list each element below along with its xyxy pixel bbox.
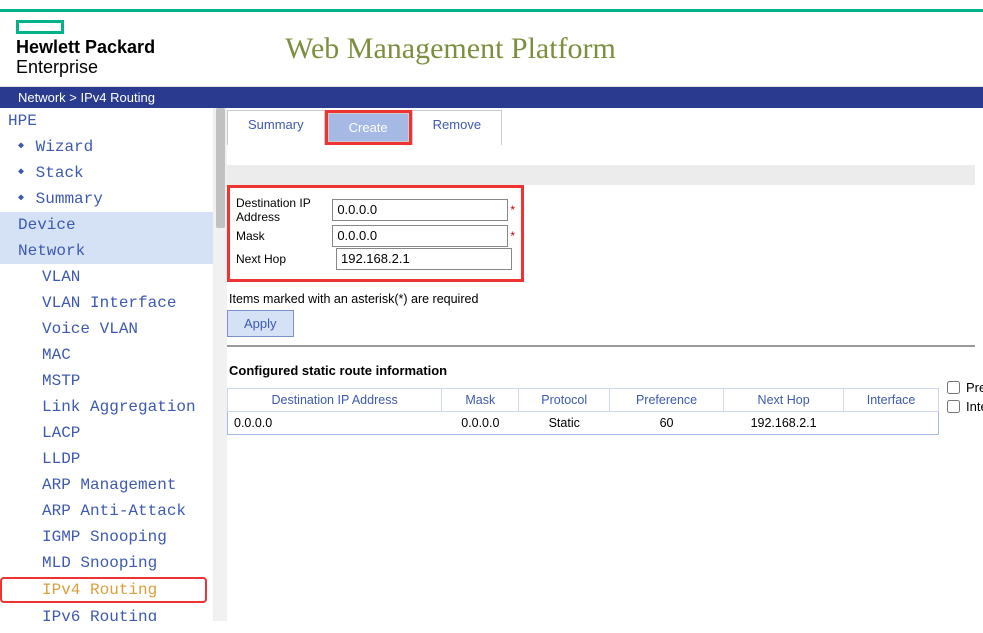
preference-label: Preference bbox=[966, 380, 983, 395]
cell-mask: 0.0.0.0 bbox=[442, 411, 519, 434]
apply-button[interactable]: Apply bbox=[227, 310, 294, 337]
cell-protocol: Static bbox=[519, 411, 610, 434]
nav-wizard[interactable]: ◆ Wizard bbox=[0, 134, 213, 160]
nav-arp-anti-attack[interactable]: ARP Anti-Attack bbox=[0, 498, 213, 524]
nav-vlan[interactable]: VLAN bbox=[0, 264, 213, 290]
nav-igmp-snooping[interactable]: IGMP Snooping bbox=[0, 524, 213, 550]
nav-vlan-interface[interactable]: VLAN Interface bbox=[0, 290, 213, 316]
table-row[interactable]: 0.0.0.0 0.0.0.0 Static 60 192.168.2.1 bbox=[228, 411, 939, 434]
table-header-row: Destination IP Address Mask Protocol Pre… bbox=[228, 388, 939, 411]
sidebar: HPE ◆ Wizard ◆ Stack ◆ Summary Device Ne… bbox=[0, 108, 214, 621]
cell-pref: 60 bbox=[610, 411, 724, 434]
brand-accent-box bbox=[16, 20, 64, 34]
required-asterisk: * bbox=[510, 229, 515, 243]
nav-ipv6-routing[interactable]: IPv6 Routing bbox=[0, 604, 213, 621]
nav-mld-snooping[interactable]: MLD Snooping bbox=[0, 550, 213, 576]
tab-create-highlight: Create bbox=[325, 110, 412, 145]
nav-mstp[interactable]: MSTP bbox=[0, 368, 213, 394]
col-dest[interactable]: Destination IP Address bbox=[228, 388, 442, 411]
brand-line2: Enterprise bbox=[16, 58, 155, 78]
sidebar-scrollbar[interactable] bbox=[214, 108, 227, 621]
bullet-icon: ◆ bbox=[18, 193, 24, 204]
preference-checkbox[interactable] bbox=[947, 381, 960, 394]
col-interface[interactable]: Interface bbox=[844, 388, 939, 411]
top-accent-bar bbox=[0, 0, 983, 12]
nav-stack[interactable]: ◆ Stack bbox=[0, 160, 213, 186]
toolbar-strip bbox=[227, 165, 975, 185]
required-asterisk: * bbox=[510, 203, 515, 217]
nav-voice-vlan[interactable]: Voice VLAN bbox=[0, 316, 213, 342]
page-title: Web Management Platform bbox=[285, 32, 616, 66]
nav-lldp[interactable]: LLDP bbox=[0, 446, 213, 472]
nav-summary-label: Summary bbox=[36, 190, 103, 208]
nav-link-aggregation[interactable]: Link Aggregation bbox=[0, 394, 213, 420]
routes-table: Destination IP Address Mask Protocol Pre… bbox=[227, 388, 939, 435]
col-nexthop[interactable]: Next Hop bbox=[724, 388, 844, 411]
nav-summary[interactable]: ◆ Summary bbox=[0, 186, 213, 212]
divider bbox=[227, 343, 975, 347]
nav-device[interactable]: Device bbox=[0, 212, 213, 238]
scrollbar-thumb[interactable] bbox=[216, 108, 225, 228]
mask-input[interactable] bbox=[332, 225, 508, 247]
nav-ipv4-routing[interactable]: IPv4 Routing bbox=[0, 577, 207, 603]
nav-hpe[interactable]: HPE bbox=[0, 108, 213, 134]
route-form: Destination IP Address * Mask * Next Hop bbox=[227, 185, 524, 282]
col-protocol[interactable]: Protocol bbox=[519, 388, 610, 411]
nexthop-input[interactable] bbox=[336, 248, 512, 270]
interface-label: Interface bbox=[966, 399, 983, 414]
required-note: Items marked with an asterisk(*) are req… bbox=[229, 292, 975, 306]
table-title: Configured static route information bbox=[229, 363, 975, 378]
interface-checkbox[interactable] bbox=[947, 400, 960, 413]
breadcrumb: Network > IPv4 Routing bbox=[0, 87, 983, 108]
nav-network[interactable]: Network bbox=[0, 238, 213, 264]
cell-iface bbox=[844, 411, 939, 434]
cell-nexthop: 192.168.2.1 bbox=[724, 411, 844, 434]
nav-stack-label: Stack bbox=[36, 164, 84, 182]
route-options: Preference Interface bbox=[947, 380, 983, 414]
dest-ip-label: Destination IP Address bbox=[236, 196, 332, 224]
nexthop-label: Next Hop bbox=[236, 252, 336, 266]
col-mask[interactable]: Mask bbox=[442, 388, 519, 411]
col-preference[interactable]: Preference bbox=[610, 388, 724, 411]
brand-logo: Hewlett Packard Enterprise bbox=[16, 20, 155, 78]
bullet-icon: ◆ bbox=[18, 167, 24, 178]
nav-lacp[interactable]: LACP bbox=[0, 420, 213, 446]
content-area: Summary Create Remove Destination IP Add… bbox=[227, 108, 983, 621]
tab-bar: Summary Create Remove bbox=[227, 108, 975, 145]
header: Hewlett Packard Enterprise Web Managemen… bbox=[0, 12, 983, 87]
nav-mac[interactable]: MAC bbox=[0, 342, 213, 368]
dest-ip-input[interactable] bbox=[332, 199, 508, 221]
nav-arp-management[interactable]: ARP Management bbox=[0, 472, 213, 498]
mask-label: Mask bbox=[236, 229, 332, 243]
cell-dest: 0.0.0.0 bbox=[228, 411, 442, 434]
tab-summary[interactable]: Summary bbox=[227, 110, 325, 145]
nav-wizard-label: Wizard bbox=[36, 138, 94, 156]
tab-create[interactable]: Create bbox=[328, 113, 409, 142]
brand-line1: Hewlett Packard bbox=[16, 38, 155, 58]
bullet-icon: ◆ bbox=[18, 141, 24, 152]
tab-remove[interactable]: Remove bbox=[412, 110, 502, 145]
